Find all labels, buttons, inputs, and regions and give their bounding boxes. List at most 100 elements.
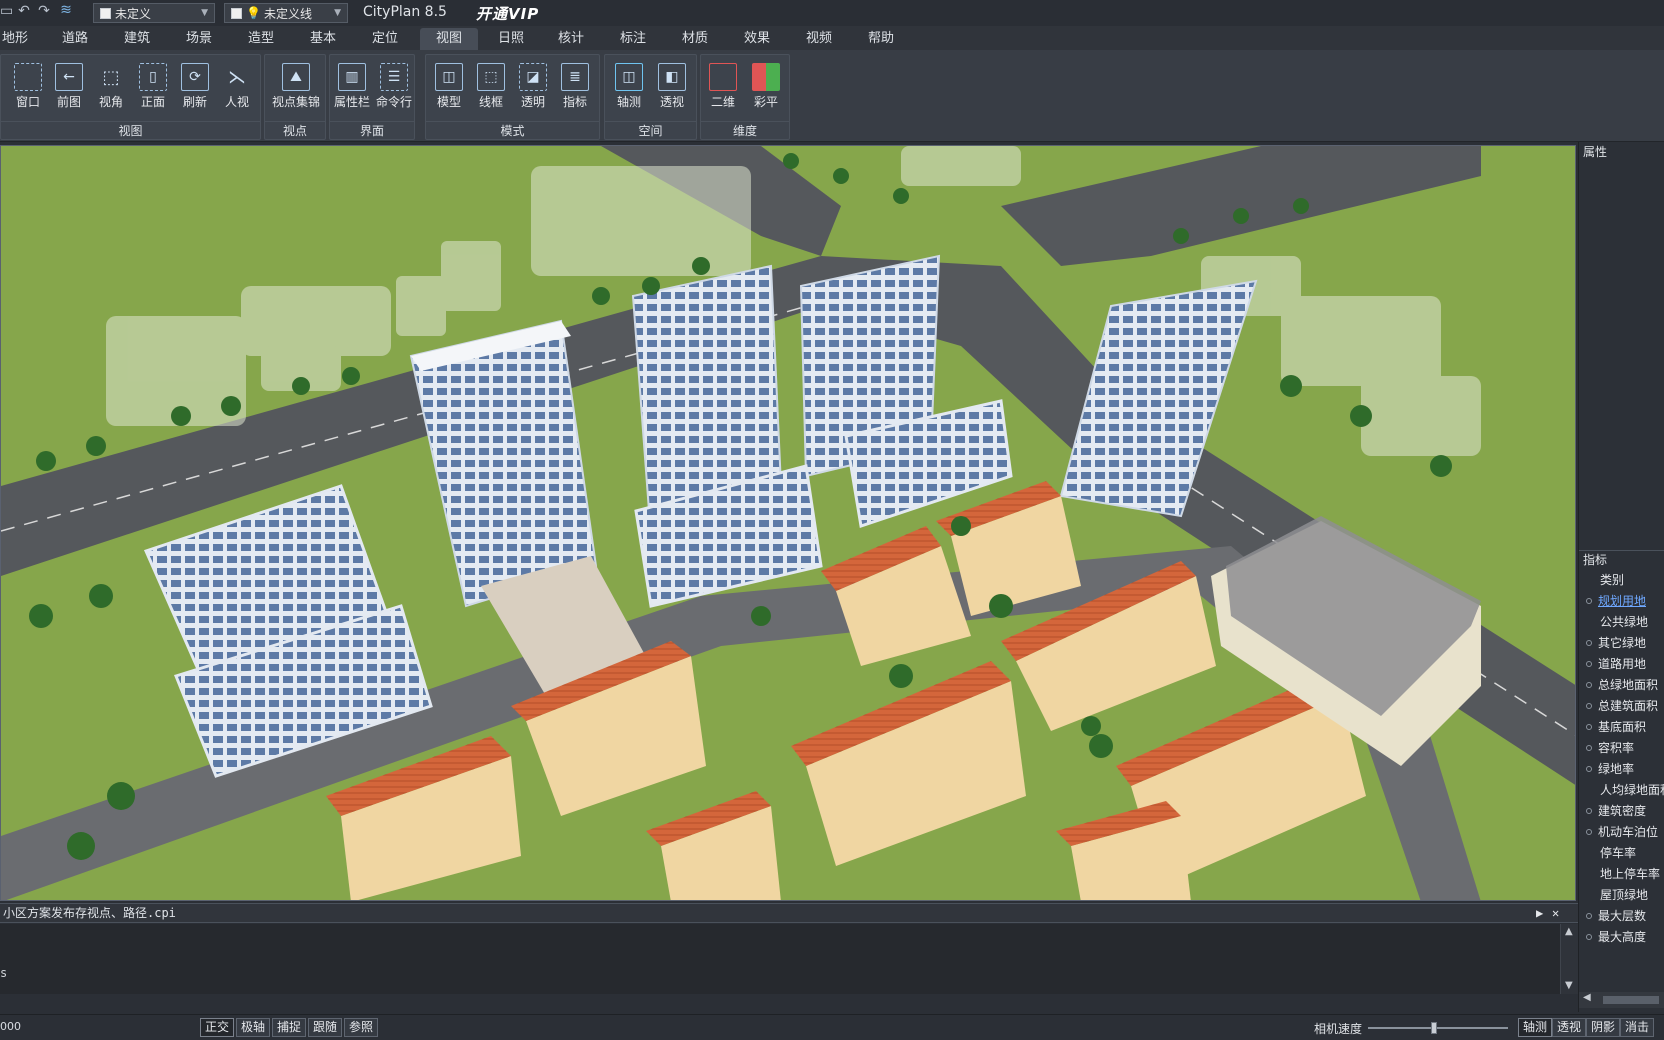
play-icon[interactable]: ▶ <box>1536 904 1543 922</box>
perspective-button[interactable]: ◧ 透视 <box>652 59 692 117</box>
axonometric-button[interactable]: ◫ 轴测 <box>609 59 649 117</box>
view-toggle[interactable]: 透视 <box>1552 1018 1587 1037</box>
panel-hscroll[interactable]: ◀ <box>1579 992 1664 1008</box>
human-view-button[interactable]: ⋋ 人视 <box>217 59 257 117</box>
view-angle-button[interactable]: ⬚ 视角 <box>91 59 131 117</box>
color-plan-button[interactable]: 彩平 <box>746 59 786 117</box>
menu-tabs: 地形 道路 建筑 场景 造型 基本 定位 视图 日照 核计 标注 材质 效果 视频 帮助 <box>0 26 1664 50</box>
metric-item[interactable]: 道路用地 <box>1581 654 1664 675</box>
transparent-mode-button[interactable]: ◪ 透明 <box>513 59 553 117</box>
menu-tab[interactable]: 帮助 <box>852 28 910 50</box>
layer-select[interactable]: 未定义 ▼ <box>93 3 215 23</box>
metric-item[interactable]: 总建筑面积 <box>1581 696 1664 717</box>
scroll-down-icon[interactable]: ▼ <box>1565 980 1573 991</box>
scroll-thumb[interactable] <box>1603 996 1659 1004</box>
metric-item[interactable]: 停车率 <box>1581 843 1664 864</box>
previous-view-button[interactable]: ← 前图 <box>49 59 89 117</box>
model-mode-button[interactable]: ◫ 模型 <box>429 59 469 117</box>
slider-thumb[interactable] <box>1430 1022 1437 1034</box>
menu-tab[interactable]: 视图 <box>420 28 478 50</box>
menu-tab[interactable]: 地形 <box>0 28 44 50</box>
scroll-up-icon[interactable]: ▲ <box>1565 926 1573 937</box>
wireframe-mode-button[interactable]: ⬚ 线框 <box>471 59 511 117</box>
metric-item[interactable]: 最大高度 <box>1581 927 1664 948</box>
view-toggle[interactable]: 阴影 <box>1586 1018 1621 1037</box>
menu-tab[interactable]: 核计 <box>542 28 600 50</box>
metric-item[interactable]: 人均绿地面积 <box>1581 780 1664 801</box>
layers-icon[interactable]: ≋ <box>56 2 76 18</box>
menu-tab[interactable]: 场景 <box>170 28 228 50</box>
menu-tab[interactable]: 标注 <box>604 28 662 50</box>
metric-label: 建筑密度 <box>1598 804 1647 818</box>
menu-tab[interactable]: 日照 <box>482 28 540 50</box>
refresh-button[interactable]: ⟳ 刷新 <box>175 59 215 117</box>
ribbon-group-viewpoint: ⛰ 视点集锦 视点 <box>264 54 326 140</box>
mode-toggle[interactable]: 极轴 <box>236 1018 271 1037</box>
title-bar: ▭ ↶ ↷ ≋ 未定义 ▼ 💡 未定义线 ▼ CityPlan 8.5 开通VI… <box>0 0 1664 26</box>
menu-tab[interactable]: 造型 <box>232 28 290 50</box>
metric-item[interactable]: 规划用地 <box>1581 591 1664 612</box>
ribbon-group-label: 界面 <box>330 121 414 139</box>
scroll-left-icon[interactable]: ◀ <box>1583 992 1591 1003</box>
close-icon[interactable]: ✕ <box>1552 904 1559 922</box>
bullet-icon <box>1586 913 1592 919</box>
ribbon-group-dimension: 二维 彩平 维度 <box>700 54 790 140</box>
front-view-button[interactable]: ▯ 正面 <box>133 59 173 117</box>
command-line-button[interactable]: ☰ 命令行 <box>374 59 414 117</box>
view-toggle[interactable]: 轴测 <box>1518 1018 1553 1037</box>
status-bar: 000 正交 极轴 捕捉 跟随 参照 相机速度 轴测 透视 阴影 消击 <box>0 1014 1664 1040</box>
metric-item[interactable]: 基底面积 <box>1581 717 1664 738</box>
metric-item[interactable]: 其它绿地 <box>1581 633 1664 654</box>
mode-toggle[interactable]: 跟随 <box>308 1018 343 1037</box>
metric-item[interactable]: 容积率 <box>1581 738 1664 759</box>
mode-toggle[interactable]: 正交 <box>200 1018 235 1037</box>
view-toggle[interactable]: 消击 <box>1620 1018 1655 1037</box>
command-line[interactable]: s ▲ ▼ <box>0 924 1578 994</box>
menu-tab[interactable]: 建筑 <box>108 28 166 50</box>
save-icon[interactable]: ▭ <box>0 3 13 19</box>
bullet-icon <box>1586 640 1592 646</box>
menu-tab[interactable]: 道路 <box>46 28 104 50</box>
linetype-select[interactable]: 💡 未定义线 ▼ <box>224 3 348 23</box>
bullet-icon <box>1586 745 1592 751</box>
mode-toggle[interactable]: 参照 <box>344 1018 379 1037</box>
property-bar-button[interactable]: ▥ 属性栏 <box>332 59 372 117</box>
bullet-icon <box>1586 661 1592 667</box>
mode-toggle[interactable]: 捕捉 <box>272 1018 307 1037</box>
bullet-icon <box>1586 934 1592 940</box>
metric-item[interactable]: 最大层数 <box>1581 906 1664 927</box>
command-file-title: 小区方案发布存视点、路径.cpi <box>3 906 176 920</box>
menu-tab[interactable]: 材质 <box>666 28 724 50</box>
metric-item[interactable]: 公共绿地 <box>1581 612 1664 633</box>
metric-item[interactable]: 地上停车率 <box>1581 864 1664 885</box>
layer-visible-checkbox[interactable] <box>100 7 111 19</box>
chevron-down-icon: ▼ <box>201 8 208 18</box>
ribbon-group-label: 视点 <box>265 121 325 139</box>
metric-item[interactable]: 机动车泊位 <box>1581 822 1664 843</box>
metric-item[interactable]: 屋顶绿地 <box>1581 885 1664 906</box>
linetype-visible-checkbox[interactable] <box>231 7 242 19</box>
viewpoint-collection-button[interactable]: ⛰ 视点集锦 <box>268 59 324 117</box>
3d-viewport[interactable] <box>0 145 1576 901</box>
metric-item[interactable]: 总绿地面积 <box>1581 675 1664 696</box>
properties-area <box>1579 160 1664 550</box>
indicator-mode-button[interactable]: ≣ 指标 <box>555 59 595 117</box>
metric-item[interactable]: 建筑密度 <box>1581 801 1664 822</box>
camera-speed-slider[interactable] <box>1368 1022 1508 1034</box>
picture-icon: ⛰ <box>282 63 310 91</box>
indicator-icon: ≣ <box>561 63 589 91</box>
window-button[interactable]: 窗口 <box>8 59 48 117</box>
vip-button[interactable]: 开通VIP <box>476 3 539 24</box>
menu-tab[interactable]: 基本 <box>294 28 352 50</box>
back-arrow-icon: ← <box>55 63 83 91</box>
metric-item[interactable]: 类别 <box>1581 570 1664 591</box>
menu-tab[interactable]: 定位 <box>356 28 414 50</box>
undo-icon[interactable]: ↶ <box>14 3 34 19</box>
redo-icon[interactable]: ↷ <box>34 3 54 19</box>
menu-tab[interactable]: 效果 <box>728 28 786 50</box>
menu-tab[interactable]: 视频 <box>790 28 848 50</box>
metric-item[interactable]: 绿地率 <box>1581 759 1664 780</box>
cube-icon: ⬚ <box>102 66 120 88</box>
command-scrollbar[interactable]: ▲ ▼ <box>1560 924 1578 994</box>
2d-button[interactable]: 二维 <box>703 59 743 117</box>
